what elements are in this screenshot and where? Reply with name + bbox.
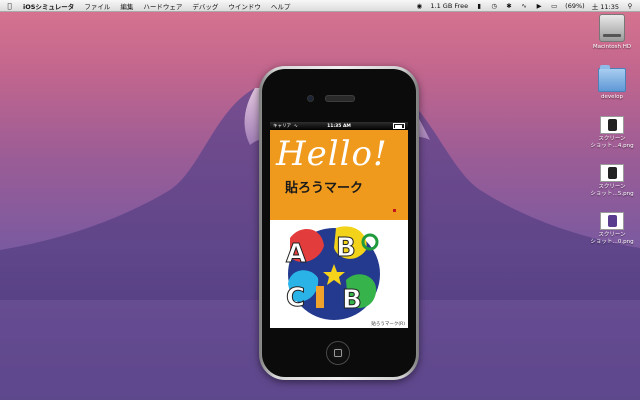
svg-text:A: A (286, 239, 306, 269)
desktop-icon-label: スクリーン ショット…5.png (590, 184, 634, 197)
wifi-icon[interactable]: ∿ (520, 2, 528, 10)
battery-icon[interactable]: ▭ (550, 2, 558, 10)
svg-text:B: B (336, 233, 356, 263)
desktop-icon-label: スクリーン ショット…4.png (590, 136, 634, 149)
folder-icon (598, 65, 626, 92)
menu-debug[interactable]: デバッグ (192, 1, 218, 11)
app-banner[interactable]: Hello! 貼ろうマーク (270, 130, 408, 220)
simulator-screen[interactable]: キャリア ∿ 11:35 AM Hello! 貼ろうマーク A B C B 貼ろ… (270, 122, 408, 328)
app-footer-label: 貼ろうマーク(R) (371, 322, 405, 327)
phone-face: キャリア ∿ 11:35 AM Hello! 貼ろうマーク A B C B 貼ろ… (262, 69, 416, 377)
hard-drive-icon (599, 14, 625, 42)
battery-percent[interactable]: (69%) (565, 2, 585, 10)
clock-menu-icon[interactable]: ◷ (490, 2, 498, 10)
menu-edit[interactable]: 編集 (120, 1, 133, 11)
home-button[interactable] (326, 341, 350, 365)
menu-window[interactable]: ウインドウ (228, 1, 261, 11)
menu-clock[interactable]: 土 11:35 (592, 1, 619, 11)
chart-icon[interactable]: ▮ (475, 2, 483, 10)
earpiece-speaker (325, 95, 355, 102)
menu-file[interactable]: ファイル (84, 1, 110, 11)
apple-menu-icon[interactable]:  (5, 2, 14, 10)
red-seal-icon (393, 209, 396, 212)
svg-text:B: B (342, 285, 362, 315)
desktop-icon-screenshot-4[interactable]: スクリーン ショット…4.png (584, 116, 640, 150)
desktop-icon-screenshot-0[interactable]: スクリーン ショット…0.png (584, 212, 640, 246)
lock-icon[interactable]: ◉ (415, 2, 423, 10)
battery-level-icon (393, 123, 405, 129)
bluetooth-icon[interactable]: ✱ (505, 2, 513, 10)
menu-hardware[interactable]: ハードウェア (143, 1, 182, 11)
banner-subtitle: 貼ろうマーク (285, 181, 364, 196)
menu-app-name[interactable]: iOSシミュレータ (23, 1, 74, 11)
svg-text:C: C (286, 283, 305, 313)
menu-extras: ◉ 1.1 GB Free ▮ ◷ ✱ ∿ ▶ ▭ (69%) 土 11:35 … (415, 1, 634, 11)
ios-status-bar: キャリア ∿ 11:35 AM (270, 122, 408, 130)
disk-free-status[interactable]: 1.1 GB Free (430, 2, 468, 10)
screenshot-icon (600, 116, 624, 134)
app-logo-icon: A B C B (286, 226, 380, 320)
volume-icon[interactable]: ▶ (535, 2, 543, 10)
app-logo-area[interactable]: A B C B 貼ろうマーク(R) (270, 220, 408, 328)
desktop-icon-label: スクリーン ショット…0.png (590, 232, 634, 245)
desktop-icon-develop[interactable]: develop (584, 65, 640, 101)
screenshot-icon (600, 164, 624, 182)
spotlight-icon[interactable]: ⚲ (626, 2, 634, 10)
banner-title: Hello! (276, 134, 388, 174)
front-camera-icon (307, 95, 314, 102)
iphone-simulator: キャリア ∿ 11:35 AM Hello! 貼ろうマーク A B C B 貼ろ… (259, 66, 419, 380)
status-time: 11:35 AM (327, 123, 351, 129)
desktop-icon-label: develop (601, 94, 623, 100)
desktop-icon-screenshot-5[interactable]: スクリーン ショット…5.png (584, 164, 640, 198)
screenshot-icon (600, 212, 624, 230)
desktop-icon-macintosh-hd[interactable]: Macintosh HD (584, 14, 640, 51)
menu-help[interactable]: ヘルプ (271, 1, 291, 11)
menu-bar:  iOSシミュレータ ファイル 編集 ハードウェア デバッグ ウインドウ ヘル… (0, 0, 640, 12)
desktop-icon-label: Macintosh HD (592, 44, 632, 50)
